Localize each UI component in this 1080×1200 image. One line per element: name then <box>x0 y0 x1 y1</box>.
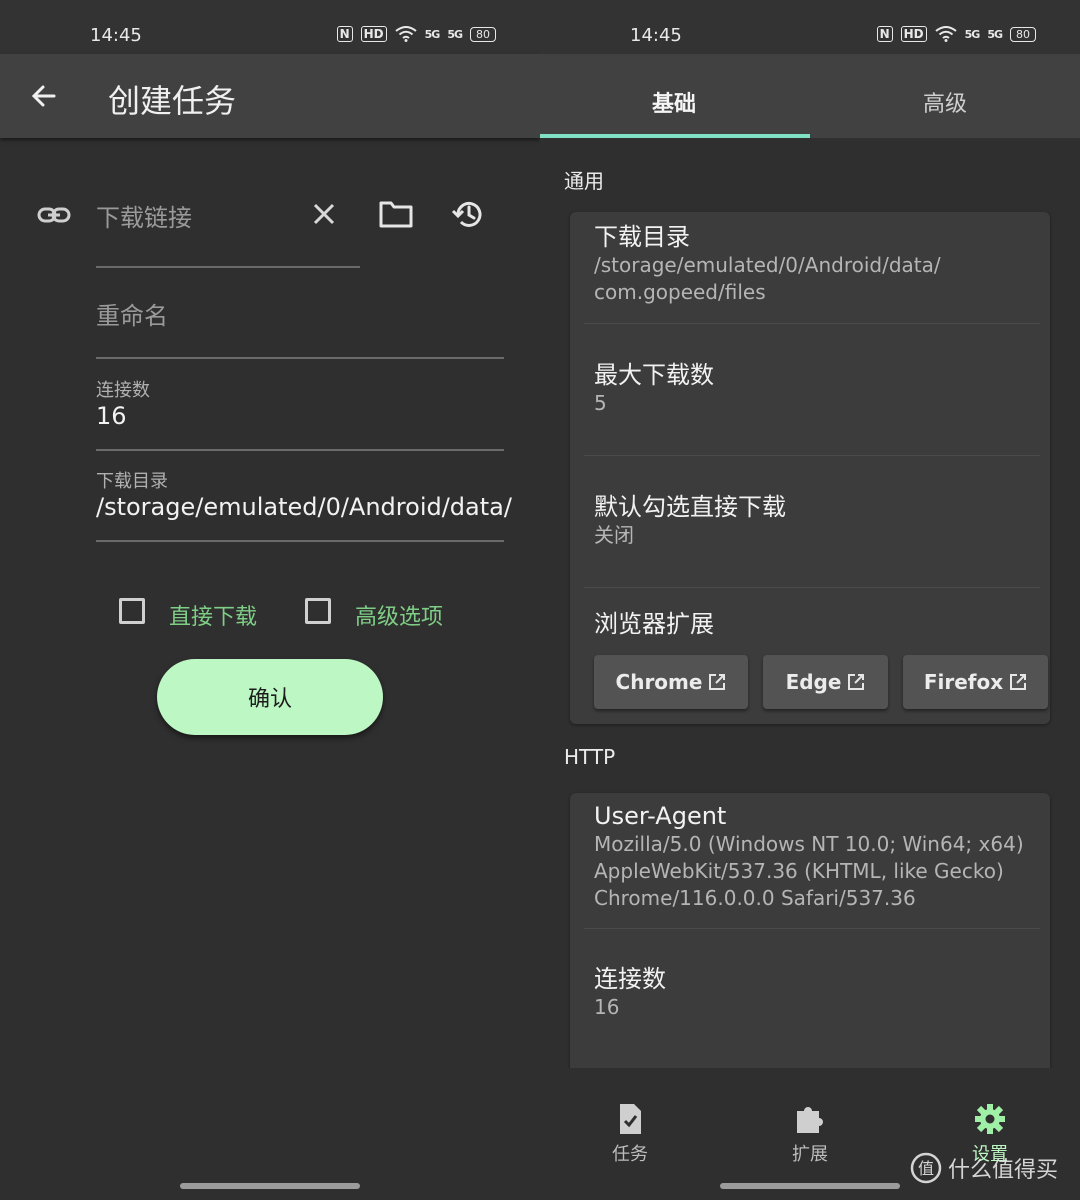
edge-extension-button[interactable]: Edge <box>763 655 888 709</box>
firefox-label: Firefox <box>923 670 1004 694</box>
direct-download-label[interactable]: 直接下载 <box>169 599 257 631</box>
setting-value: 关闭 <box>594 523 634 547</box>
setting-title: User-Agent <box>594 802 727 830</box>
section-http-title: HTTP <box>564 745 616 769</box>
setting-title: 浏览器扩展 <box>594 610 714 638</box>
edge-label: Edge <box>785 670 842 694</box>
puzzle-icon <box>797 1107 823 1133</box>
home-indicator[interactable] <box>180 1183 360 1189</box>
task-icon <box>620 1104 641 1134</box>
setting-title: 连接数 <box>594 965 666 993</box>
download-dir-label: 下载目录 <box>96 471 168 492</box>
nav-tasks[interactable]: 任务 <box>585 1102 675 1166</box>
setting-max-downloads[interactable]: 最大下载数 5 <box>594 360 1038 417</box>
section-general-title: 通用 <box>564 169 604 193</box>
setting-download-dir[interactable]: 下载目录 /storage/emulated/0/Android/data/ c… <box>594 222 1038 306</box>
home-indicator[interactable] <box>720 1183 900 1189</box>
advanced-options-checkbox[interactable] <box>305 598 331 624</box>
hd-icon: HD <box>360 26 387 42</box>
status-time: 14:45 <box>630 25 682 46</box>
download-dir-underline <box>96 540 504 542</box>
setting-value: 5 <box>594 391 607 415</box>
url-input[interactable]: 下载链接 <box>96 198 192 233</box>
nav-extensions[interactable]: 扩展 <box>765 1102 855 1166</box>
back-arrow-icon[interactable] <box>24 76 64 116</box>
divider <box>584 323 1040 324</box>
nav-label: 扩展 <box>792 1144 828 1165</box>
setting-value: 16 <box>594 995 620 1019</box>
advanced-options-label[interactable]: 高级选项 <box>355 599 443 631</box>
rename-underline <box>96 357 504 359</box>
setting-value-line3: Chrome/116.0.0.0 Safari/537.36 <box>594 886 916 910</box>
setting-value-line2: com.gopeed/files <box>594 280 766 304</box>
status-icons: N HD 5G 5G 80 <box>336 26 496 42</box>
tab-bar: 基础 高级 <box>540 54 1080 138</box>
close-icon[interactable] <box>308 198 340 230</box>
setting-value-line2: AppleWebKit/537.36 (KHTML, like Gecko) <box>594 859 1004 883</box>
general-settings-card: 下载目录 /storage/emulated/0/Android/data/ c… <box>570 212 1050 724</box>
confirm-button[interactable]: 确认 <box>157 659 383 735</box>
divider <box>584 587 1040 588</box>
signal-icon-2: 5G <box>447 27 463 41</box>
setting-value: /storage/emulated/0/Android/data/ <box>594 253 941 277</box>
svg-text:值: 值 <box>918 1159 934 1178</box>
setting-value: Mozilla/5.0 (Windows NT 10.0; Win64; x64… <box>594 832 1024 856</box>
battery-icon: 80 <box>1010 26 1036 42</box>
tab-advanced[interactable]: 高级 <box>923 86 967 118</box>
setting-default-direct-download[interactable]: 默认勾选直接下载 关闭 <box>594 492 1038 549</box>
watermark: 值 什么值得买 <box>910 1152 1058 1184</box>
connections-underline <box>96 449 504 451</box>
rename-input[interactable]: 重命名 <box>96 296 168 331</box>
hd-icon: HD <box>900 26 927 42</box>
signal-icon-2: 5G <box>987 27 1003 41</box>
watermark-logo-icon: 值 <box>910 1152 942 1184</box>
confirm-button-label: 确认 <box>247 687 292 712</box>
firefox-extension-button[interactable]: Firefox <box>903 655 1048 709</box>
url-underline <box>96 266 360 268</box>
folder-icon[interactable] <box>378 198 414 230</box>
download-dir-input[interactable]: /storage/emulated/0/Android/data/ <box>96 493 512 521</box>
status-time: 14:45 <box>90 25 142 46</box>
divider <box>584 928 1040 929</box>
status-bar: 14:45 N HD 5G 5G 80 <box>0 0 540 54</box>
nfc-icon: N <box>336 26 353 42</box>
direct-download-checkbox[interactable] <box>119 598 145 624</box>
connections-input[interactable]: 16 <box>96 402 127 430</box>
tab-indicator <box>540 134 810 138</box>
setting-user-agent[interactable]: User-Agent Mozilla/5.0 (Windows NT 10.0;… <box>594 801 1038 912</box>
wifi-icon <box>395 26 417 42</box>
setting-browser-extension: 浏览器扩展 <box>594 609 1038 639</box>
create-task-screen: 14:45 N HD 5G 5G 80 创建任务 下载链接 重命名 连接数 16… <box>0 0 540 1200</box>
setting-title: 最大下载数 <box>594 361 714 389</box>
open-external-icon <box>709 674 726 690</box>
status-bar-right: 14:45 N HD 5G 5G 80 <box>540 0 1080 54</box>
gear-icon <box>975 1104 1005 1134</box>
tab-basic[interactable]: 基础 <box>652 86 696 118</box>
chrome-label: Chrome <box>615 670 703 694</box>
signal-icon: 5G <box>424 27 441 41</box>
history-icon[interactable] <box>450 196 486 232</box>
page-title: 创建任务 <box>108 82 237 120</box>
divider <box>584 455 1040 456</box>
link-icon <box>37 207 71 223</box>
setting-title: 默认勾选直接下载 <box>594 493 786 521</box>
wifi-icon <box>935 26 957 42</box>
status-icons: N HD 5G 5G 80 <box>876 26 1036 42</box>
open-external-icon <box>1010 674 1027 690</box>
nav-label: 任务 <box>612 1144 648 1165</box>
chrome-extension-button[interactable]: Chrome <box>594 655 748 709</box>
battery-icon: 80 <box>470 26 496 42</box>
watermark-text: 什么值得买 <box>948 1158 1059 1183</box>
setting-connections[interactable]: 连接数 16 <box>594 964 1038 1021</box>
settings-screen: 14:45 N HD 5G 5G 80 基础 高级 通用 下载目录 /stora… <box>540 0 1080 1200</box>
nfc-icon: N <box>876 26 893 42</box>
connections-label: 连接数 <box>96 380 150 401</box>
app-bar: 创建任务 <box>0 54 540 138</box>
http-settings-card: User-Agent Mozilla/5.0 (Windows NT 10.0;… <box>570 793 1050 1083</box>
setting-title: 下载目录 <box>594 223 690 251</box>
open-external-icon <box>848 674 865 690</box>
signal-icon: 5G <box>964 27 981 41</box>
